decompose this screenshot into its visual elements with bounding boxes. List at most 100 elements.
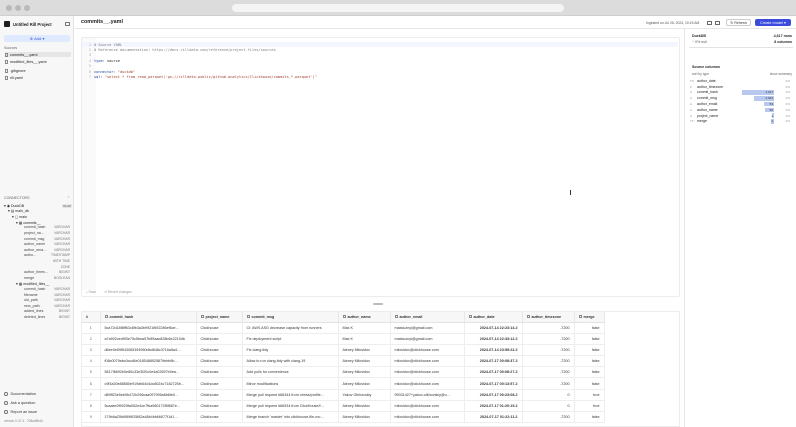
table-cell[interactable]: Alexey Milovidov	[338, 355, 391, 368]
table-cell[interactable]: 1	[82, 322, 101, 334]
table-cell[interactable]: d89ff23e5eb0b472b296caa097995a6b6fe0…	[100, 389, 197, 401]
table-cell[interactable]: false	[574, 344, 605, 357]
table-cell[interactable]: 2024-07-17 01:22:11.2	[464, 411, 523, 424]
table-cell[interactable]: 8	[82, 400, 101, 413]
table-cell[interactable]: Alexey Milovidov	[338, 400, 391, 413]
address-bar[interactable]	[232, 4, 564, 12]
table-row[interactable]: 1 5ca72d18f8ff63c6fb3a3b9921f692286ef6ce……	[82, 322, 605, 334]
table-cell[interactable]: milovidov@clickhouse.com	[390, 400, 465, 413]
table-cell[interactable]: CI: AWS ASG decrease capacity from runne…	[242, 322, 339, 334]
column-header[interactable]: author_name	[338, 312, 391, 323]
table-cell[interactable]: Clickhouse	[196, 389, 243, 401]
create-model-button[interactable]: Create model ▾	[755, 19, 791, 26]
table-cell[interactable]: 4	[82, 355, 101, 368]
table-cell[interactable]: Clickhouse	[196, 411, 243, 424]
project-name[interactable]: Untitled Rill Project	[13, 22, 65, 27]
table-cell[interactable]: false	[574, 333, 605, 345]
save-button[interactable]: ⤓ Save	[86, 290, 96, 294]
sidebar-collapse-icon[interactable]	[65, 22, 70, 26]
table-cell[interactable]: Clickhouse	[196, 400, 243, 413]
table-cell[interactable]: -7200	[522, 377, 575, 390]
table-cell[interactable]: -7200	[522, 344, 575, 357]
table-cell[interactable]: Allow to run clang-tidy with clang-19	[242, 355, 339, 368]
window-close-dot[interactable]	[6, 5, 12, 11]
window-maximize-dot[interactable]	[24, 5, 30, 11]
table-cell[interactable]: 5caaee0f9025fa052e4ce7fba980173f5f887e…	[100, 400, 197, 413]
table-row[interactable]: 2 a7a902ced9f3e75c5bea57b89aac828b6e2210d…	[82, 333, 605, 345]
sort-by-type-toggle[interactable]: sort by type	[692, 72, 709, 76]
table-cell[interactable]: false	[574, 366, 605, 379]
table-row[interactable]: 9 179b6a25fd9896f25f82a48b4bb6b577f1d1… Cl…	[82, 411, 605, 424]
column-header[interactable]: commit_hash	[100, 312, 197, 323]
table-cell[interactable]: maxkuznyi@gmail.com	[390, 333, 465, 345]
table-cell[interactable]: a7a902ced9f3e75c5bea57b89aac828b6e2210db	[100, 333, 197, 345]
table-cell[interactable]: -7200	[522, 322, 575, 334]
code-editor[interactable]: 1 # Source YAML 2 # Reference documentation…	[81, 37, 680, 297]
table-cell[interactable]: -7200	[522, 366, 575, 379]
table-cell[interactable]: Yakov Olkhovskiy	[338, 389, 391, 401]
table-cell[interactable]: maxkuznyi@gmail.com	[390, 322, 465, 334]
add-button[interactable]: ⊕ Add ▾	[4, 35, 70, 42]
table-cell[interactable]: Clickhouse	[196, 333, 243, 345]
table-cell[interactable]: 0	[522, 389, 575, 401]
refresh-button[interactable]: ↻ Refresh	[726, 19, 751, 26]
table-cell[interactable]: 2024-07-17 00:13:57.2	[464, 377, 523, 390]
window-minimize-dot[interactable]	[15, 5, 21, 11]
revert-button[interactable]: ↺ Revert changes	[104, 290, 132, 294]
table-row[interactable]: 6 c9f3a30e88580e919db64d1dc8024c7182725b……	[82, 377, 605, 390]
table-cell[interactable]: milovidov@clickhouse.com	[390, 366, 465, 379]
table-cell[interactable]: milovidov@clickhouse.com	[390, 355, 465, 368]
table-cell[interactable]: 6	[82, 377, 101, 390]
report-issue-link[interactable]: Report an issue	[4, 410, 37, 414]
table-row[interactable]: 7 d89ff23e5eb0b472b296caa097995a6b6fe0… Cl…	[82, 389, 605, 401]
table-cell[interactable]: true	[574, 389, 605, 401]
profile-row[interactable]: TF merge 2 0%	[690, 119, 794, 125]
table-cell[interactable]: 2024-07-17 00:23:08.2	[464, 389, 523, 401]
table-row[interactable]: 8 5caaee0f9025fa052e4ce7fba980173f5f887e……	[82, 400, 605, 413]
table-cell[interactable]: milovidov@clickhouse.com	[390, 411, 465, 424]
table-cell[interactable]: false	[574, 322, 605, 334]
resize-handle[interactable]	[373, 303, 383, 305]
table-cell[interactable]: Alexey Milovidov	[338, 366, 391, 379]
table-cell[interactable]: 2024-07-14 22:23:14.2	[464, 322, 523, 334]
table-cell[interactable]: 7	[82, 389, 101, 401]
table-cell[interactable]: Alexey Milovidov	[338, 411, 391, 424]
ask-question-link[interactable]: Ask a question	[4, 401, 35, 405]
table-cell[interactable]: false	[574, 377, 605, 390]
table-cell[interactable]: 3	[82, 344, 101, 357]
column-row[interactable]: deleted_lines BIGINT	[2, 315, 72, 321]
table-cell[interactable]: Alexey Milovidov	[338, 377, 391, 390]
table-cell[interactable]: false	[574, 411, 605, 424]
table-cell[interactable]: Merge pull request #66344 from ohriss/pr…	[242, 389, 339, 401]
file-item-commits[interactable]: commits__.yaml	[5, 52, 71, 57]
table-cell[interactable]: -7200	[522, 411, 575, 424]
table-cell[interactable]: 2024-07-17 00:08:37.2	[464, 355, 523, 368]
table-cell[interactable]: 9	[82, 411, 101, 424]
panel-toggle-icon[interactable]	[715, 20, 720, 25]
table-cell[interactable]: milovidov@clickhouse.com	[390, 377, 465, 390]
column-header[interactable]: #	[82, 312, 101, 323]
table-cell[interactable]: Merge pull request #66534 from ClickHous…	[242, 400, 339, 413]
table-cell[interactable]: 5817f6692b0e80c33e3f20c0e4a02697b0ea…	[100, 366, 197, 379]
table-cell[interactable]: Fix clang-tidy	[242, 344, 339, 357]
table-cell[interactable]: Max K	[338, 322, 391, 334]
table-cell[interactable]: c9f3a30e88580e919db64d1dc8024c7182725b…	[100, 377, 197, 390]
table-cell[interactable]: 2024-07-14 23:59:22.2	[464, 344, 523, 357]
table-cell[interactable]: -7200	[522, 355, 575, 368]
table-cell[interactable]: Clickhouse	[196, 366, 243, 379]
file-item-rill-yaml[interactable]: rill.yaml	[5, 75, 71, 80]
table-cell[interactable]: 179b6a25fd9896f25f82a48b4bb6b577f1d1…	[100, 411, 197, 424]
table-cell[interactable]: f08c0079abc0ccd6e0185488925879ebb6b…	[100, 355, 197, 368]
table-row[interactable]: 3 d6ee0e59f543065394960dbd648c3716a5a4… Cl…	[82, 344, 605, 357]
table-cell[interactable]: 5ca72d18f8ff63c6fb3a3b9921f692286ef6ce…	[100, 322, 197, 334]
table-cell[interactable]: Minor modifications	[242, 377, 339, 390]
table-cell[interactable]: Add pulls for convenience	[242, 366, 339, 379]
table-cell[interactable]: Clickhouse	[196, 344, 243, 357]
file-item-modified-files[interactable]: modified_files__.yaml	[5, 59, 71, 64]
documentation-link[interactable]: Documentation	[4, 392, 36, 396]
table-cell[interactable]: 2	[82, 333, 101, 345]
table-row[interactable]: 4 f08c0079abc0ccd6e0185488925879ebb6b… Cli…	[82, 355, 605, 368]
column-header[interactable]: author_timezone	[522, 312, 575, 323]
code-line[interactable]: 7 sql: "select * from read_parquet('gs://…	[82, 74, 678, 79]
layout-icon[interactable]	[707, 20, 712, 25]
